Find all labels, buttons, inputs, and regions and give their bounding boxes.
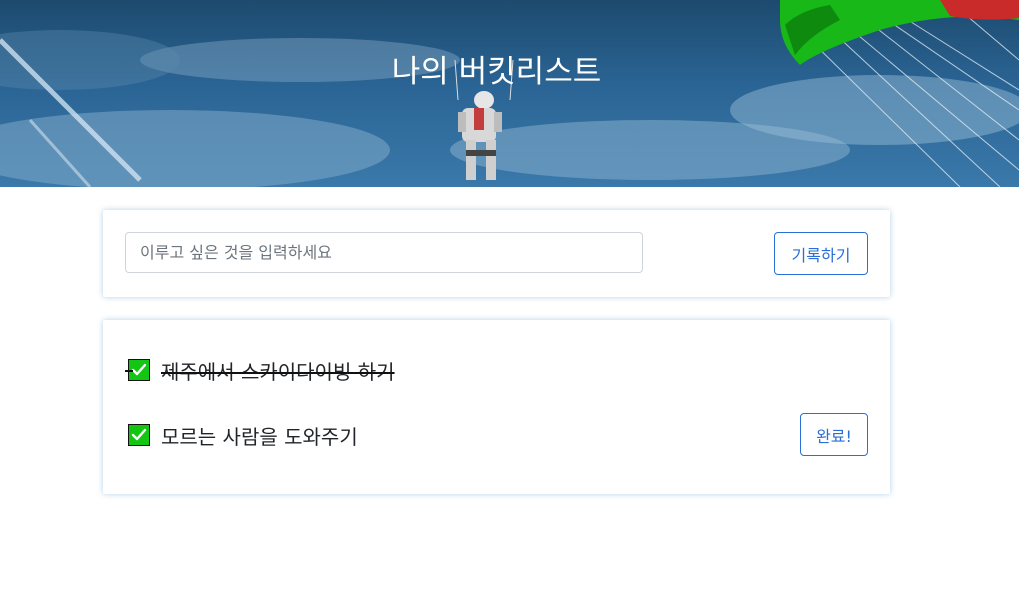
check-icon — [128, 424, 150, 446]
add-goal-form: 기록하기 — [103, 210, 890, 297]
header-banner: 나의 버킷리스트 — [0, 0, 1019, 187]
bucket-list: 제주에서 스카이다이빙 하기 모르는 사람을 도와주기 완료! — [103, 320, 890, 494]
goal-input[interactable] — [125, 232, 643, 273]
complete-button[interactable]: 완료! — [800, 413, 868, 456]
strikethrough-line — [125, 370, 133, 372]
skydiving-background-image — [0, 0, 1019, 187]
list-item: 제주에서 스카이다이빙 하기 — [125, 357, 395, 384]
save-button[interactable]: 기록하기 — [774, 232, 868, 275]
list-item-text: 제주에서 스카이다이빙 하기 — [161, 359, 395, 384]
list-item-text: 모르는 사람을 도와주기 — [161, 424, 358, 449]
page-title: 나의 버킷리스트 — [391, 54, 602, 90]
list-item: 모르는 사람을 도와주기 — [128, 422, 358, 449]
